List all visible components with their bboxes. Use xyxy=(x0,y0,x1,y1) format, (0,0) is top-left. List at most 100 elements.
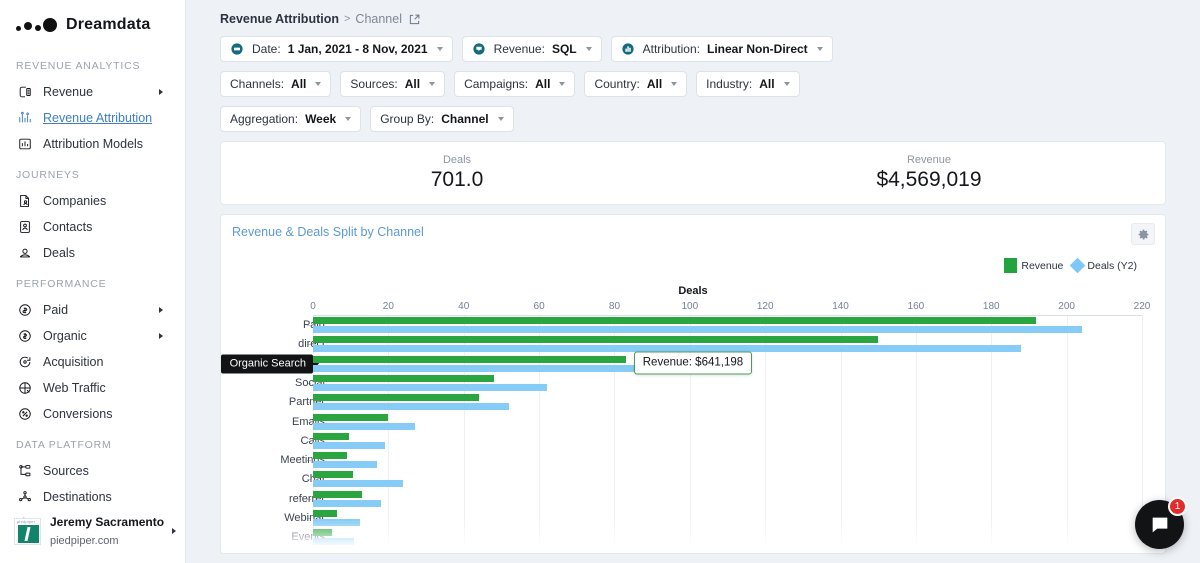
sidebar-item-attribution-models[interactable]: Attribution Models xyxy=(0,131,185,157)
bar-revenue[interactable] xyxy=(313,510,337,517)
external-link-icon[interactable] xyxy=(409,14,420,25)
sidebar-item-sources[interactable]: Sources xyxy=(0,458,185,484)
bar-revenue[interactable] xyxy=(313,471,353,478)
filter-value: All xyxy=(759,77,774,91)
filter-aggregation[interactable]: Aggregation: Week xyxy=(220,106,361,132)
chart-tooltip: Revenue: $641,198 xyxy=(634,351,752,374)
chevron-right-icon[interactable] xyxy=(159,333,163,339)
filter-value: All xyxy=(291,77,306,91)
bar-revenue[interactable] xyxy=(313,336,878,343)
sidebar-group-label: DATA PLATFORM xyxy=(0,427,185,458)
sidebar-group-label: REVENUE ANALYTICS xyxy=(0,48,185,79)
filter-label: Campaigns: xyxy=(464,77,528,91)
filter-attribution[interactable]: Attribution:Linear Non-Direct xyxy=(611,36,833,62)
bar-deals[interactable] xyxy=(313,461,377,468)
filter-label: Date: xyxy=(252,42,281,56)
user-account[interactable]: piedpiper Jeremy Sacramento piedpiper.co… xyxy=(0,513,186,549)
contacts-icon xyxy=(16,219,34,235)
bar-deals[interactable] xyxy=(313,326,1082,333)
filter-value: All xyxy=(647,77,662,91)
paid-icon xyxy=(16,302,34,318)
sidebar-item-web-traffic[interactable]: Web Traffic xyxy=(0,375,185,401)
user-domain: piedpiper.com xyxy=(50,535,119,547)
sidebar-nav: REVENUE ANALYTICSRevenueRevenue Attribut… xyxy=(0,48,185,510)
sidebar-item-acquisition[interactable]: Acquisition xyxy=(0,349,185,375)
sidebar-item-label: Companies xyxy=(43,194,106,208)
filter-country[interactable]: Country:All xyxy=(584,71,687,97)
sidebar-item-paid[interactable]: Paid xyxy=(0,297,185,323)
chevron-down-icon[interactable] xyxy=(586,47,592,51)
kpi-deals: Deals 701.0 xyxy=(221,142,693,204)
filter-date[interactable]: Date: 1 Jan, 2021 - 8 Nov, 2021 xyxy=(220,36,453,62)
sidebar-item-destinations[interactable]: Destinations xyxy=(0,484,185,510)
sidebar-item-label: Web Traffic xyxy=(43,381,106,395)
bar-deals[interactable] xyxy=(313,403,509,410)
bar-revenue[interactable] xyxy=(313,394,479,401)
deals-icon xyxy=(16,245,34,261)
chevron-right-icon[interactable] xyxy=(159,89,163,95)
x-axis-tick-label: 160 xyxy=(908,301,925,312)
filter-value: 1 Jan, 2021 - 8 Nov, 2021 xyxy=(288,42,428,56)
filter-value: Week xyxy=(305,112,336,126)
chevron-down-icon[interactable] xyxy=(429,82,435,86)
filter-label: Aggregation: xyxy=(230,112,298,126)
x-axis-tick-label: 200 xyxy=(1058,301,1075,312)
bar-revenue[interactable] xyxy=(313,356,626,363)
bar-deals[interactable] xyxy=(313,480,403,487)
filter-campaigns[interactable]: Campaigns: All xyxy=(454,71,575,97)
kpi-value: 701.0 xyxy=(431,168,484,192)
chat-widget-button[interactable]: 1 xyxy=(1135,500,1184,549)
sidebar-item-companies[interactable]: Companies xyxy=(0,188,185,214)
filter-industry[interactable]: Industry: All xyxy=(696,71,799,97)
filter-revenue[interactable]: Revenue:SQL xyxy=(462,36,602,62)
chevron-down-icon[interactable] xyxy=(498,117,504,121)
sidebar-item-conversions[interactable]: Conversions xyxy=(0,401,185,427)
bar-revenue[interactable] xyxy=(313,491,362,498)
bar-revenue[interactable] xyxy=(313,414,388,421)
chevron-down-icon[interactable] xyxy=(784,82,790,86)
breadcrumb-parent[interactable]: Revenue Attribution xyxy=(220,12,339,26)
sidebar-item-contacts[interactable]: Contacts xyxy=(0,214,185,240)
bar-revenue[interactable] xyxy=(313,317,1036,324)
sidebar-item-revenue-attribution[interactable]: Revenue Attribution xyxy=(0,105,185,131)
web-traffic-icon xyxy=(16,380,34,396)
sidebar-item-organic[interactable]: Organic xyxy=(0,323,185,349)
chevron-down-icon[interactable] xyxy=(345,117,351,121)
kpi-list: Deals 701.0 Revenue$4,569,019 xyxy=(221,142,1165,204)
sidebar-item-label: Deals xyxy=(43,246,75,260)
sidebar-item-revenue[interactable]: Revenue xyxy=(0,79,185,105)
x-axis-tick-label: 80 xyxy=(609,301,620,312)
chevron-down-icon[interactable] xyxy=(559,82,565,86)
chevron-down-icon[interactable] xyxy=(671,82,677,86)
bar-deals[interactable] xyxy=(313,384,547,391)
y-axis-label-highlighted[interactable]: Organic Search xyxy=(221,354,313,373)
bar-revenue[interactable] xyxy=(313,433,349,440)
filter-label: Industry: xyxy=(706,77,752,91)
bar-deals[interactable] xyxy=(313,423,415,430)
brand[interactable]: Dreamdata xyxy=(0,0,185,48)
bar-deals[interactable] xyxy=(313,442,385,449)
filter-channels[interactable]: Channels: All xyxy=(220,71,331,97)
dreamdata-logo-icon xyxy=(16,17,58,33)
sidebar-item-label: Contacts xyxy=(43,220,92,234)
chevron-down-icon[interactable] xyxy=(817,47,823,51)
chevron-right-icon[interactable] xyxy=(159,307,163,313)
filter-label: Sources: xyxy=(350,77,397,91)
filter-group-by[interactable]: Group By:Channel xyxy=(370,106,513,132)
sidebar-item-deals[interactable]: Deals xyxy=(0,240,185,266)
filter-sources[interactable]: Sources:All xyxy=(340,71,445,97)
breadcrumb-separator: > xyxy=(344,13,350,25)
kpi-label: Deals xyxy=(443,154,471,166)
chevron-down-icon[interactable] xyxy=(437,47,443,51)
gridline xyxy=(1067,315,1068,553)
attribution-icon xyxy=(16,136,34,152)
bar-deals[interactable] xyxy=(313,500,381,507)
x-axis-line xyxy=(313,315,1142,316)
filter-value: All xyxy=(535,77,550,91)
filter-label: Channels: xyxy=(230,77,284,91)
chevron-down-icon[interactable] xyxy=(315,82,321,86)
bar-revenue[interactable] xyxy=(313,452,347,459)
bar-revenue[interactable] xyxy=(313,375,494,382)
chevron-right-icon[interactable] xyxy=(172,528,176,534)
kpi-revenue: Revenue$4,569,019 xyxy=(693,142,1165,204)
